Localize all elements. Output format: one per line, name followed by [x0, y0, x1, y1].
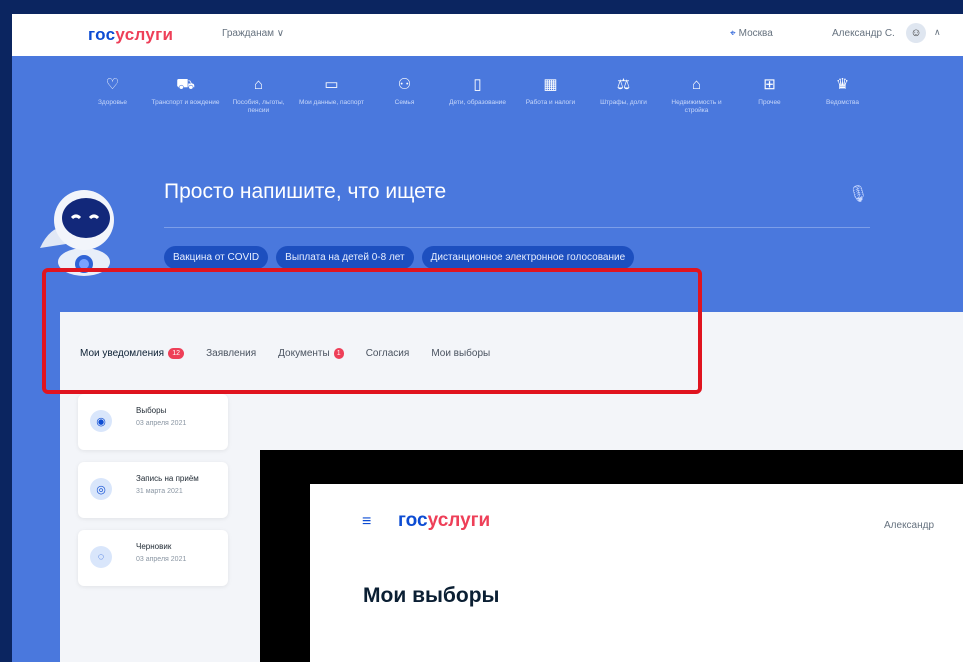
notification-card[interactable]: ◌ Черновик 03 апреля 2021 [78, 530, 228, 586]
category-item[interactable]: ⚇ Семья [368, 76, 441, 115]
notification-title: Запись на приём [136, 474, 199, 483]
notifications-list: ◉ Выборы 03 апреля 2021 ◎ Запись на приём 31 … [78, 394, 228, 598]
emblem-icon: ♛ [835, 76, 850, 93]
highlight-frame [42, 268, 702, 394]
grid-icon: ⊞ [763, 76, 776, 93]
category-item[interactable]: ⚖ Штрафы, долги [587, 76, 660, 115]
scales-icon: ⚖ [616, 76, 631, 93]
category-item[interactable]: ⌂ Пособия, льготы, пенсии [222, 76, 295, 115]
inset-logo-part-uslugi: услуги [427, 510, 491, 531]
category-label: Мои данные, паспорт [299, 99, 364, 106]
heart-icon: ♡ [105, 76, 120, 93]
category-label: Работа и налоги [525, 99, 576, 106]
inset-page-title: Мои выборы [363, 584, 500, 607]
book-icon: ▯ [473, 76, 482, 93]
house-icon: ⌂ [253, 76, 264, 93]
draft-icon: ◌ [90, 546, 112, 568]
category-label: Дети, образование [449, 99, 506, 106]
category-label: Недвижимость и стройка [671, 99, 722, 114]
quick-chips: Вакцина от COVID Выплата на детей 0-8 лет… [164, 246, 635, 269]
top-navigation-bar: госуслуги Гражданам ∨ ⌖ Москва Александр … [12, 14, 963, 56]
building-icon: ▦ [543, 76, 558, 93]
microphone-icon[interactable]: 🎙 [848, 184, 868, 204]
location-pin-icon: ⌖ [730, 28, 736, 39]
inset-logo-part-gos: гос [398, 510, 428, 531]
notification-card[interactable]: ◉ Выборы 03 апреля 2021 [78, 394, 228, 450]
category-label: Ведомства [826, 99, 859, 106]
citizens-menu[interactable]: Гражданам ∨ [222, 28, 284, 39]
category-item[interactable]: ⛟ Транспорт и вождение [149, 76, 222, 115]
hamburger-menu-icon[interactable]: ≡ [362, 513, 371, 531]
person-icon[interactable]: ☺ [906, 23, 926, 43]
category-item[interactable]: ▦ Работа и налоги [514, 76, 587, 115]
family-icon: ⚇ [397, 76, 412, 93]
category-item[interactable]: ▭ Мои данные, паспорт [295, 76, 368, 115]
quick-chip[interactable]: Дистанционное электронное голосование [421, 246, 635, 269]
chevron-down-icon[interactable]: ∧ [934, 27, 941, 38]
category-item[interactable]: ♡ Здоровье [76, 76, 149, 115]
category-menu: ♡ Здоровье ⛟ Транспорт и вождение ⌂ Пособия, … [76, 76, 963, 115]
document-icon: ▭ [324, 76, 339, 93]
notification-title: Черновик [136, 542, 172, 551]
site-logo[interactable]: госуслуги [88, 25, 173, 45]
calendar-icon: ◎ [90, 478, 112, 500]
location-selector[interactable]: ⌖ Москва [730, 28, 773, 39]
notification-date: 31 марта 2021 [136, 488, 183, 495]
category-label: Штрафы, долги [600, 99, 647, 106]
inset-user-name[interactable]: Александр [884, 520, 934, 531]
location-label: Москва [738, 28, 773, 39]
quick-chip[interactable]: Вакцина от COVID [164, 246, 269, 269]
category-label: Прочее [758, 99, 781, 106]
category-label: Здоровье [97, 99, 128, 106]
notification-date: 03 апреля 2021 [136, 556, 187, 563]
notification-title: Выборы [136, 406, 167, 415]
robot-assistant-icon[interactable] [32, 178, 136, 282]
category-item[interactable]: ⊞ Прочее [733, 76, 806, 115]
notification-card[interactable]: ◎ Запись на приём 31 марта 2021 [78, 462, 228, 518]
quick-chip[interactable]: Выплата на детей 0-8 лет [276, 246, 414, 269]
category-label: Транспорт и вождение [151, 99, 220, 106]
search-prompt[interactable]: Просто напишите, что ищете [164, 180, 446, 204]
logo-part-uslugi: услуги [115, 25, 174, 44]
category-item[interactable]: ▯ Дети, образование [441, 76, 514, 115]
inset-logo[interactable]: госуслуги [398, 510, 490, 532]
category-item[interactable]: ♛ Ведомства [806, 76, 879, 115]
search-underline [164, 227, 870, 228]
logo-part-gos: гос [88, 25, 116, 44]
car-icon: ⛟ [176, 76, 195, 93]
category-item[interactable]: ⌂ Недвижимость и стройка [660, 76, 733, 115]
category-label: Семья [394, 99, 415, 106]
ballot-icon: ◉ [90, 410, 112, 432]
notification-date: 03 апреля 2021 [136, 420, 187, 427]
category-label: Пособия, льготы, пенсии [232, 99, 285, 114]
home-icon: ⌂ [691, 76, 702, 93]
user-name[interactable]: Александр С. [832, 28, 895, 39]
